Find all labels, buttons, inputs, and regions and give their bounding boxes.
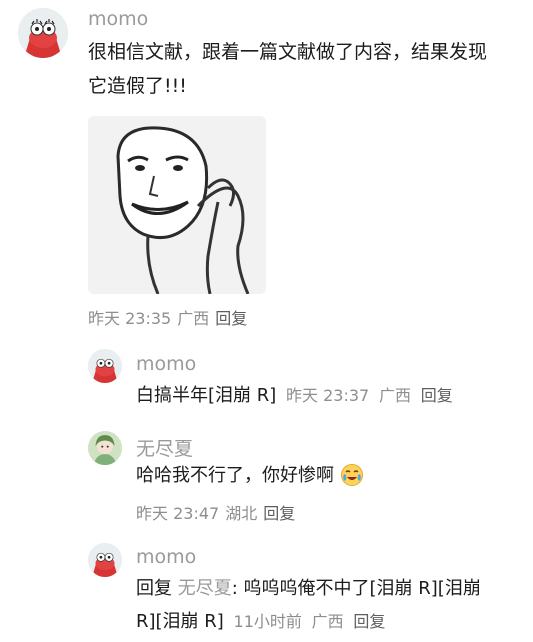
reply-target-user[interactable]: 无尽夏: [178, 578, 232, 599]
reply-time: 昨天 23:47: [136, 504, 220, 523]
reply-text-content-2: R][泪崩 R]: [136, 611, 224, 632]
crying-laughing-face-icon: [340, 464, 363, 486]
meme-face-image: [88, 116, 266, 294]
comment-time: 昨天 23:35: [88, 309, 172, 328]
comment-text-line-1: 很相信文献，跟着一篇文献做了内容，结果发现: [88, 41, 488, 63]
anime-girl-avatar-icon: [88, 431, 122, 465]
patrick-star-avatar-icon: [88, 349, 122, 383]
reply-time: 昨天 23:37: [286, 386, 370, 405]
reply-meta: 昨天 23:47 湖北 回复: [136, 500, 295, 524]
reply-username[interactable]: 无尽夏: [136, 434, 193, 461]
reply-username[interactable]: momo: [136, 546, 196, 568]
comment-location: 广西: [177, 309, 210, 328]
reply-location: 广西: [378, 386, 411, 405]
comment-text-line-2: 它造假了!!!: [88, 75, 187, 97]
comment-meta: 昨天 23:35 广西 回复: [88, 305, 247, 329]
reply-time: 11小时前: [233, 612, 302, 631]
patrick-star-avatar-icon: [88, 543, 122, 577]
reply-button[interactable]: 回复: [215, 309, 247, 328]
reply-location: 广西: [311, 612, 344, 631]
reply-button[interactable]: 回复: [353, 612, 385, 631]
reply-button[interactable]: 回复: [263, 504, 295, 523]
reply-text-line-1: 回复 无尽夏: 呜呜呜俺不中了[泪崩 R][泪崩: [136, 573, 481, 605]
momo-avatar[interactable]: [18, 8, 68, 58]
patrick-star-avatar-icon: [18, 8, 68, 58]
reply-button[interactable]: 回复: [421, 386, 453, 405]
reply-text: 哈哈我不行了，你好惨啊: [136, 460, 364, 492]
reply-username[interactable]: momo: [136, 353, 196, 375]
reply-text: 白搞半年[泪崩 R] 昨天 23:37 广西 回复: [136, 380, 453, 412]
momo-avatar[interactable]: [88, 543, 122, 577]
reply-text-content: 哈哈我不行了，你好惨啊: [136, 465, 334, 486]
reply-text-content: 白搞半年[泪崩 R]: [136, 385, 277, 406]
reply-prefix: 回复: [136, 578, 172, 599]
meme-image[interactable]: [88, 116, 266, 294]
reply-text-content: : 呜呜呜俺不中了[泪崩 R][泪崩: [231, 578, 481, 599]
reply-location: 湖北: [225, 504, 258, 523]
momo-avatar[interactable]: [88, 349, 122, 383]
wujinxia-avatar[interactable]: [88, 431, 122, 465]
comment-username[interactable]: momo: [88, 8, 148, 30]
reply-text-line-2: R][泪崩 R] 11小时前 广西 回复: [136, 606, 385, 638]
